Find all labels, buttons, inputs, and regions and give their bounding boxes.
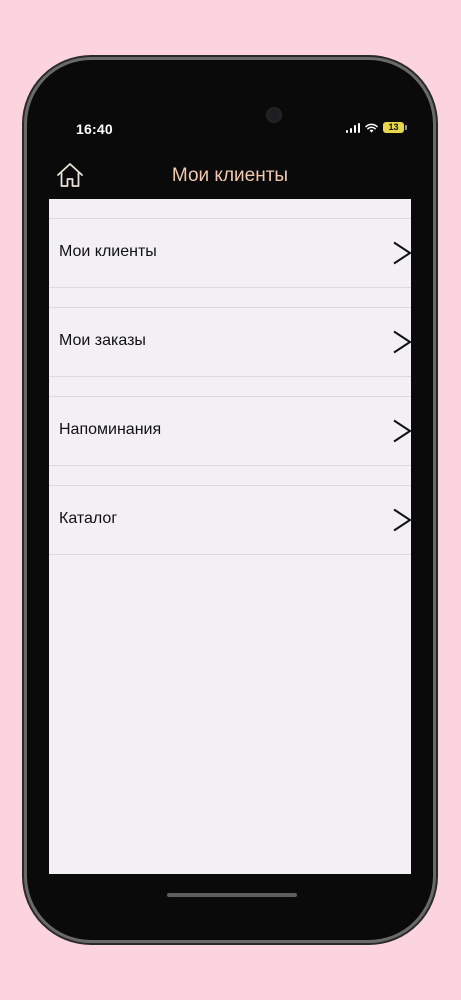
navigation-bar: Мои клиенты bbox=[49, 155, 411, 199]
chevron-right-icon bbox=[393, 508, 412, 532]
menu-item-label: Напоминания bbox=[59, 421, 162, 438]
phone-frame: 16:40 13 Мои клиенты Мои клиенты Мои зак… bbox=[27, 60, 433, 940]
front-camera bbox=[266, 107, 282, 123]
home-indicator[interactable] bbox=[167, 893, 297, 897]
menu-item-my-orders[interactable]: Мои заказы bbox=[49, 308, 412, 377]
section-spacer bbox=[49, 377, 411, 397]
section-spacer bbox=[49, 288, 411, 308]
cellular-signal-icon bbox=[345, 122, 360, 133]
status-icons: 13 bbox=[345, 122, 407, 133]
section-spacer bbox=[49, 466, 411, 486]
chevron-right-icon bbox=[393, 330, 412, 354]
menu-item-label: Каталог bbox=[59, 510, 118, 527]
section-spacer bbox=[49, 199, 411, 219]
battery-icon: 13 bbox=[383, 122, 407, 133]
wifi-icon bbox=[365, 123, 378, 133]
menu-item-reminders[interactable]: Напоминания bbox=[49, 397, 412, 466]
menu-list: Мои клиенты Мои заказы Напоминания Катал… bbox=[49, 199, 412, 874]
menu-item-catalog[interactable]: Каталог bbox=[49, 486, 412, 555]
menu-item-label: Мои заказы bbox=[59, 332, 146, 349]
page-title: Мои клиенты bbox=[171, 165, 289, 186]
chevron-right-icon bbox=[393, 419, 412, 443]
power-button bbox=[433, 333, 438, 437]
chevron-right-icon bbox=[393, 241, 412, 265]
menu-item-label: Мои клиенты bbox=[59, 243, 157, 260]
menu-item-my-clients[interactable]: Мои клиенты bbox=[49, 219, 412, 288]
status-time: 16:40 bbox=[76, 121, 113, 137]
